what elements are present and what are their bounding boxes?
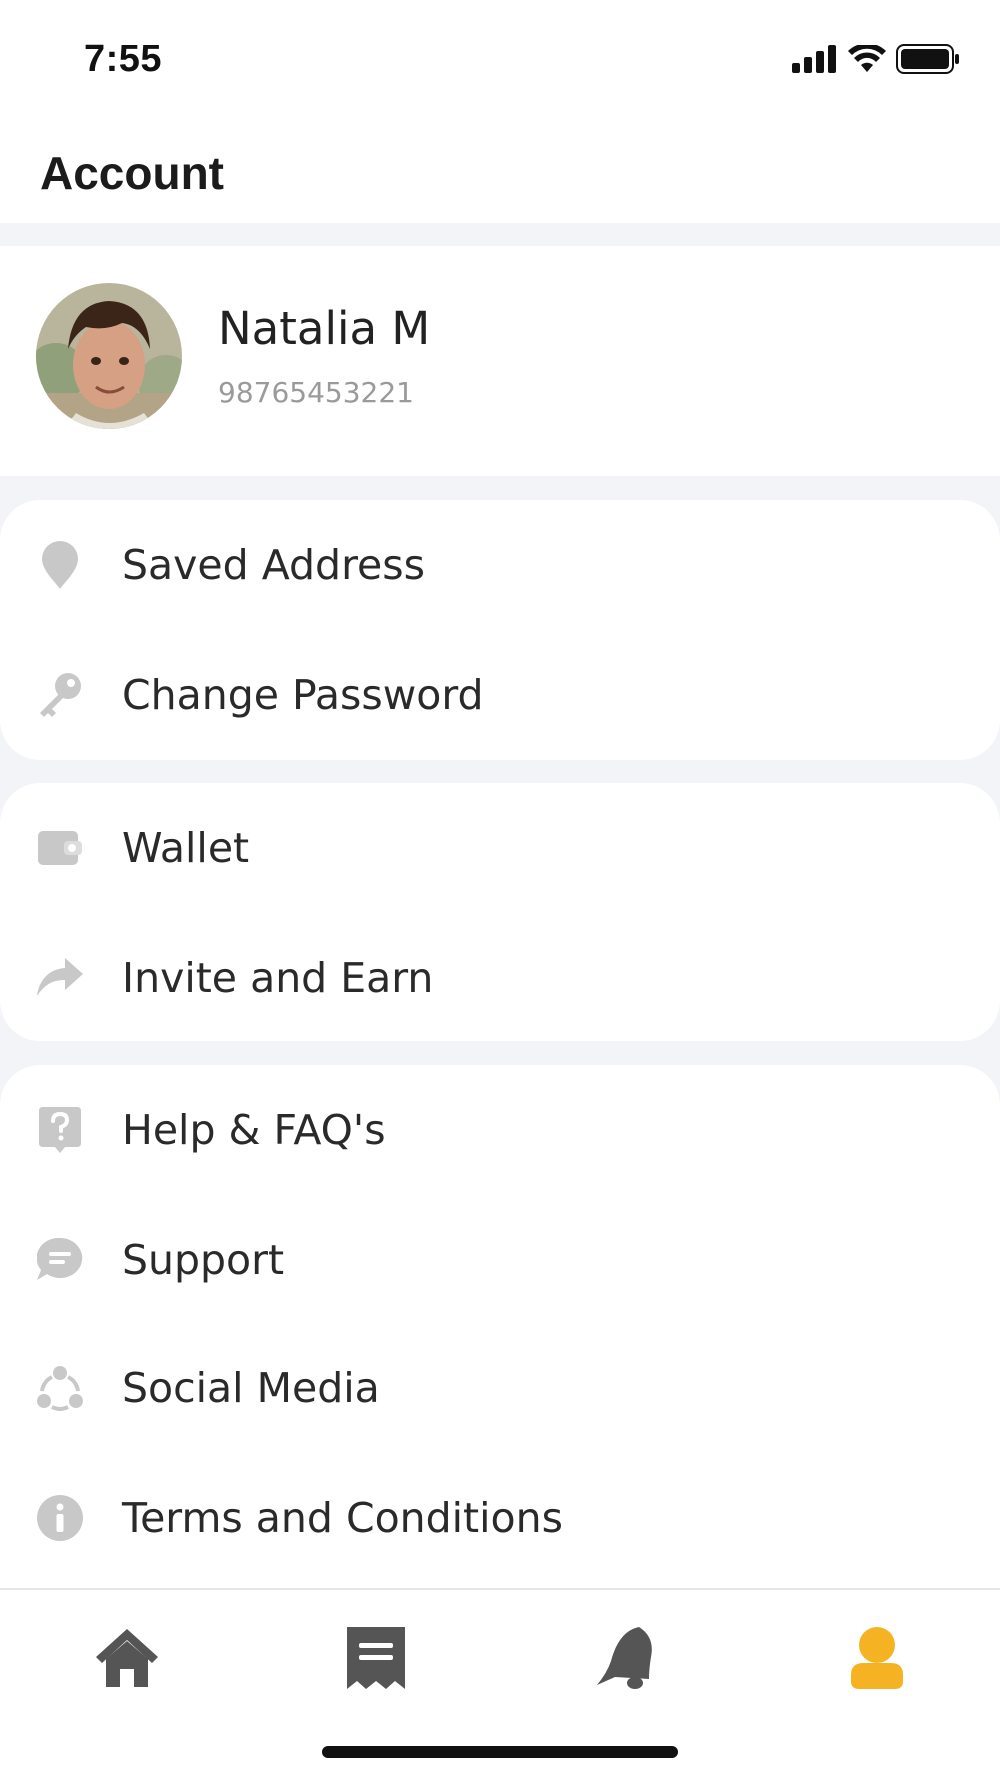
menu-item-saved-address[interactable]: Saved Address <box>0 500 1000 630</box>
home-indicator <box>322 1746 678 1758</box>
menu-item-help-faq[interactable]: Help & FAQ's <box>0 1065 1000 1195</box>
receipt-icon <box>347 1627 405 1693</box>
menu-item-wallet[interactable]: Wallet <box>0 783 1000 913</box>
menu-label: Terms and Conditions <box>122 1494 563 1542</box>
menu-label: Wallet <box>122 824 250 872</box>
info-icon <box>36 1494 84 1542</box>
help-icon <box>36 1106 84 1154</box>
key-icon <box>36 671 84 719</box>
profile-icon <box>851 1627 903 1693</box>
status-bar: 7:55 <box>0 0 1000 120</box>
location-pin-icon <box>36 541 84 589</box>
profile-phone: 98765453221 <box>218 376 414 409</box>
menu-group-wallet: Wallet Invite and Earn <box>0 783 1000 1041</box>
menu-label: Change Password <box>122 671 484 719</box>
avatar[interactable] <box>36 283 182 429</box>
nav-notifications-button[interactable] <box>580 1620 670 1700</box>
header: Account <box>0 120 1000 223</box>
status-icons <box>792 43 960 78</box>
menu-item-invite-and-earn[interactable]: Invite and Earn <box>0 913 1000 1043</box>
menu-group-account: Saved Address Change Password <box>0 500 1000 760</box>
menu-label: Invite and Earn <box>122 954 434 1002</box>
battery-icon <box>896 44 960 78</box>
profile-card[interactable]: Natalia M 98765453221 <box>0 246 1000 476</box>
menu-label: Social Media <box>122 1364 380 1412</box>
nav-orders-button[interactable] <box>331 1620 421 1700</box>
menu-label: Saved Address <box>122 541 425 589</box>
menu-item-social-media[interactable]: Social Media <box>0 1323 1000 1453</box>
menu-item-terms[interactable]: Terms and Conditions <box>0 1453 1000 1583</box>
menu-item-support[interactable]: Support <box>0 1195 1000 1325</box>
menu-label: Support <box>122 1236 285 1284</box>
bottom-nav <box>0 1588 1000 1778</box>
nav-home-button[interactable] <box>82 1620 172 1700</box>
menu-group-help: Help & FAQ's Support Social Media Terms … <box>0 1065 1000 1605</box>
status-time: 7:55 <box>84 38 163 80</box>
chat-icon <box>36 1236 84 1284</box>
home-icon <box>96 1629 158 1691</box>
social-network-icon <box>36 1364 84 1412</box>
bell-icon <box>595 1627 655 1693</box>
signal-icon <box>792 45 838 77</box>
menu-label: Help & FAQ's <box>122 1106 386 1154</box>
wifi-icon <box>848 43 886 77</box>
profile-name: Natalia M <box>218 302 431 355</box>
wallet-icon <box>36 824 84 872</box>
share-arrow-icon <box>36 954 84 1002</box>
menu-item-change-password[interactable]: Change Password <box>0 630 1000 760</box>
page-title: Account <box>40 147 224 199</box>
nav-account-button[interactable] <box>832 1620 922 1700</box>
